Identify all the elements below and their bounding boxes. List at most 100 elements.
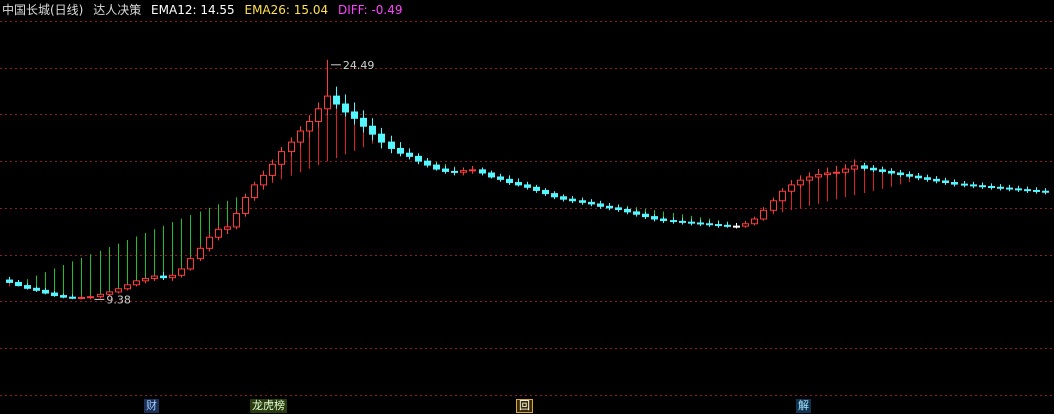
- candle-body: [842, 168, 849, 173]
- candle-body: [588, 201, 595, 205]
- candle-body: [806, 176, 813, 181]
- candle-body: [879, 169, 886, 172]
- candle-body: [51, 292, 58, 297]
- chart-header: 中国长城(日线) 达人决策 EMA12: 14.55 EMA26: 15.04 …: [2, 1, 409, 19]
- candle-body: [915, 175, 922, 179]
- candle-body: [388, 141, 395, 149]
- price-annotation: 24.49: [343, 59, 375, 72]
- candle-body: [6, 279, 13, 283]
- candle-body: [342, 103, 349, 113]
- candle-body: [160, 275, 167, 279]
- candle-body: [497, 176, 504, 180]
- candle-body: [260, 174, 267, 186]
- candle-body: [479, 169, 486, 174]
- candle-body: [97, 293, 104, 298]
- candle-body: [888, 170, 895, 174]
- candle-body: [333, 95, 340, 105]
- candle-body: [642, 213, 649, 218]
- event-marker-unlock[interactable]: 解: [796, 399, 811, 413]
- stock-title[interactable]: 中国长城(日线): [2, 3, 83, 17]
- candle-body: [142, 277, 149, 282]
- candle-body: [906, 174, 913, 177]
- candle-body: [306, 120, 313, 132]
- indicator-name[interactable]: 达人决策: [93, 3, 141, 17]
- candle-body: [42, 289, 49, 294]
- candle-body: [397, 147, 404, 154]
- candle-body: [942, 180, 949, 184]
- price-annotation: 9.38: [106, 293, 130, 306]
- candle-body: [206, 236, 213, 249]
- candle-body: [269, 163, 276, 176]
- candle-body: [1006, 187, 1013, 190]
- candle-body: [870, 167, 877, 171]
- event-marker-buyback[interactable]: 回: [516, 399, 533, 413]
- candle-body: [733, 225, 740, 228]
- candle-body: [251, 184, 258, 199]
- event-marker-finance[interactable]: 财: [144, 399, 159, 413]
- candle-body: [360, 117, 367, 127]
- candle-body: [706, 223, 713, 226]
- ema26-value: EMA26: 15.04: [244, 3, 329, 17]
- candle-body: [833, 171, 840, 174]
- candle-body: [970, 184, 977, 187]
- candle-body: [715, 224, 722, 227]
- candle-body: [951, 182, 958, 185]
- candle-body: [797, 179, 804, 186]
- candle-body: [506, 178, 513, 184]
- candle-body: [1033, 189, 1040, 192]
- candle-body: [770, 200, 777, 211]
- candle-body: [997, 186, 1004, 189]
- candle-body: [633, 211, 640, 215]
- candle-body: [424, 160, 431, 166]
- candle-body: [933, 178, 940, 182]
- candle-body: [751, 218, 758, 225]
- candle-body: [779, 190, 786, 202]
- candle-body: [760, 209, 767, 220]
- candle-body: [124, 284, 131, 290]
- candle-body: [660, 218, 667, 222]
- candle-body: [742, 223, 749, 227]
- diff-value: DIFF: -0.49: [337, 3, 403, 17]
- candle-body: [406, 152, 413, 157]
- kline-chart[interactable]: 24.49 9.38: [0, 0, 1054, 414]
- candle-body: [78, 296, 85, 299]
- candle-body: [670, 220, 677, 223]
- candle-body: [515, 182, 522, 186]
- candle-body: [551, 193, 558, 198]
- candle-body: [442, 168, 449, 172]
- candle-body: [688, 221, 695, 224]
- candle-body: [1015, 188, 1022, 191]
- candle-body: [324, 95, 331, 110]
- candle-body: [861, 165, 868, 169]
- candle-body: [451, 170, 458, 173]
- candle-body: [115, 288, 122, 293]
- candle-body: [288, 141, 295, 153]
- candle-body: [979, 185, 986, 188]
- candle-body: [606, 205, 613, 209]
- ema12-value: EMA12: 14.55: [151, 3, 235, 17]
- candle-body: [961, 183, 968, 186]
- candle-body: [297, 130, 304, 143]
- candle-body: [469, 169, 476, 172]
- candle-body: [24, 285, 31, 289]
- candle-body: [597, 203, 604, 207]
- candle-body: [351, 111, 358, 119]
- candle-body: [679, 220, 686, 223]
- candle-body: [460, 170, 467, 173]
- candle-body: [233, 212, 240, 228]
- candle-body: [69, 296, 76, 299]
- candle-body: [569, 198, 576, 202]
- candle-body: [624, 208, 631, 213]
- candle-body: [533, 186, 540, 191]
- candle-body: [33, 287, 40, 291]
- candle-body: [542, 189, 549, 195]
- candle-body: [151, 275, 158, 279]
- candle-body: [488, 172, 495, 178]
- candle-body: [60, 295, 67, 298]
- candle-body: [169, 274, 176, 279]
- event-marker-dragon-tiger-list[interactable]: 龙虎榜: [250, 399, 287, 413]
- candle-body: [815, 174, 822, 178]
- candle-body: [988, 185, 995, 188]
- candle-body: [133, 280, 140, 286]
- candle-body: [315, 108, 322, 122]
